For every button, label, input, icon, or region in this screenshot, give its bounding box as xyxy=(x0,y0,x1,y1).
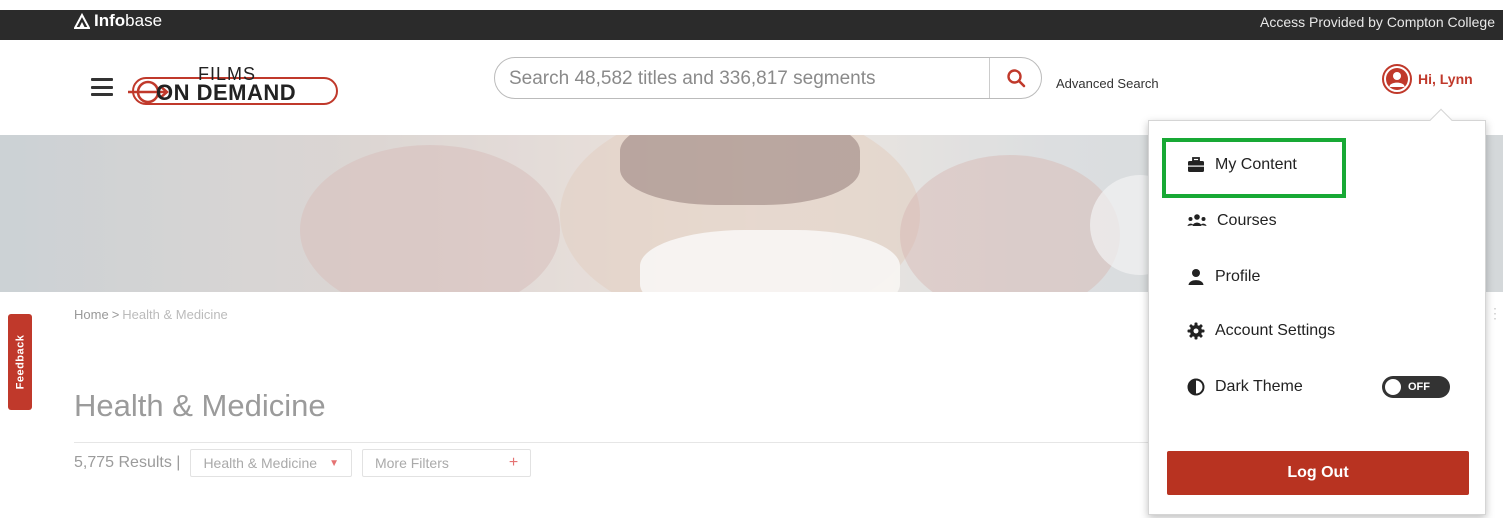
user-avatar-icon xyxy=(1386,68,1408,90)
avatar xyxy=(1382,64,1412,94)
gear-icon xyxy=(1187,322,1205,340)
search-bar xyxy=(494,57,1042,99)
subject-filter-label: Health & Medicine xyxy=(203,455,318,471)
top-strip xyxy=(0,0,1503,10)
infobase-logo[interactable]: Info base xyxy=(74,11,162,31)
user-icon xyxy=(1188,269,1204,285)
toggle-state-label: OFF xyxy=(1408,381,1430,393)
advanced-search-link[interactable]: Advanced Search xyxy=(1056,76,1159,91)
caret-down-icon: ▼ xyxy=(329,457,339,469)
log-out-button[interactable]: Log Out xyxy=(1167,451,1469,495)
results-toolbar: 5,775 Results | Health & Medicine ▼ More… xyxy=(74,449,532,477)
menu-item-label: My Content xyxy=(1215,156,1297,173)
search-icon xyxy=(1007,69,1026,88)
users-icon xyxy=(1187,214,1207,226)
infobase-logo-bold: Info xyxy=(94,11,126,30)
menu-item-dark-theme[interactable]: Dark Theme xyxy=(1187,378,1303,396)
menu-item-account-settings[interactable]: Account Settings xyxy=(1187,322,1335,340)
user-greeting: Hi, Lynn xyxy=(1418,71,1473,87)
menu-item-my-content[interactable]: My Content xyxy=(1187,156,1297,174)
hamburger-menu-icon[interactable] xyxy=(91,78,113,96)
infobase-logo-rest: base xyxy=(125,11,163,30)
plus-icon: + xyxy=(508,454,519,471)
breadcrumb-separator: > xyxy=(111,307,120,322)
toggle-knob xyxy=(1385,379,1401,395)
infobase-mountain-icon xyxy=(74,13,90,29)
menu-item-courses[interactable]: Courses xyxy=(1187,212,1277,230)
briefcase-icon xyxy=(1188,157,1204,172)
search-input[interactable] xyxy=(509,67,979,91)
contrast-icon xyxy=(1187,378,1205,396)
menu-item-profile[interactable]: Profile xyxy=(1187,268,1260,286)
share-icon[interactable]: ⋮ xyxy=(1488,305,1502,322)
breadcrumb-current: Health & Medicine xyxy=(122,307,228,322)
subject-filter-dropdown[interactable]: Health & Medicine ▼ xyxy=(190,449,352,477)
breadcrumb: Home > Health & Medicine xyxy=(74,307,228,322)
logo-ondemand-text: ON DEMAND xyxy=(156,80,297,105)
access-provided-text: Access Provided by Compton College xyxy=(1259,14,1495,30)
user-dropdown-menu: My Content Courses Profile Account Setti… xyxy=(1148,108,1486,515)
menu-item-label: Dark Theme xyxy=(1215,378,1303,395)
feedback-label: Feedback xyxy=(14,334,26,390)
results-count: 5,775 Results | xyxy=(74,454,181,471)
more-filters-label: More Filters xyxy=(374,455,449,471)
user-menu-toggle[interactable]: Hi, Lynn xyxy=(1382,64,1473,94)
search-button[interactable] xyxy=(990,58,1042,98)
dark-theme-toggle[interactable]: OFF xyxy=(1382,376,1450,398)
more-filters-button[interactable]: More Filters + xyxy=(361,449,532,477)
page-title: Health & Medicine xyxy=(74,388,326,423)
menu-item-label: Account Settings xyxy=(1215,322,1336,339)
breadcrumb-home-link[interactable]: Home xyxy=(74,307,109,322)
films-on-demand-logo[interactable]: FILMS ON DEMAND xyxy=(126,64,342,108)
menu-item-label: Courses xyxy=(1217,212,1277,229)
feedback-tab[interactable]: Feedback xyxy=(8,314,32,410)
menu-item-label: Profile xyxy=(1215,268,1261,285)
title-divider xyxy=(74,442,1154,443)
